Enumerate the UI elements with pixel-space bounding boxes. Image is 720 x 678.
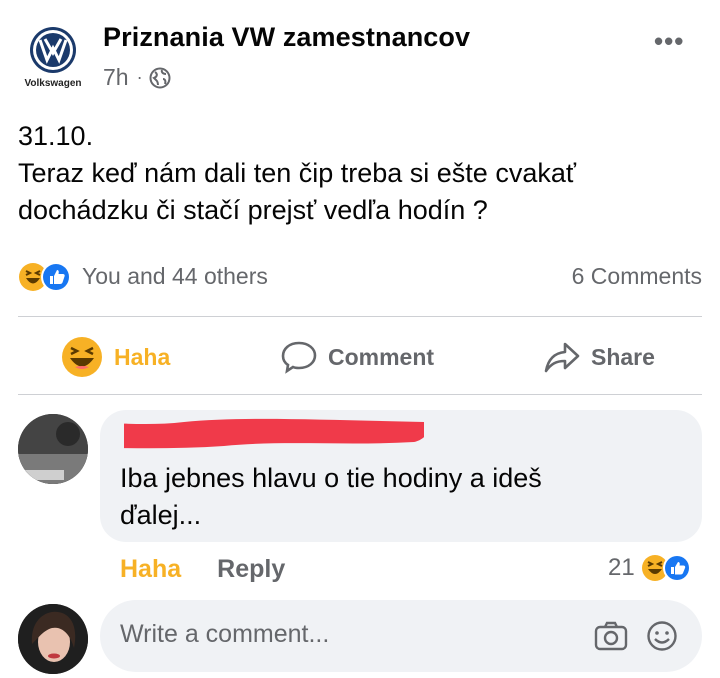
comment-text-line: Iba jebnes hlavu o tie hodiny a ideš [120,463,542,493]
haha-button[interactable]: Haha [60,322,170,392]
comments-count[interactable]: 6 Comments [572,263,702,290]
globe-icon [149,67,171,89]
svg-text:Volkswagen: Volkswagen [24,78,81,89]
comment-label: Comment [328,343,435,370]
comment-haha-button[interactable]: Haha [120,555,181,584]
share-icon [544,342,580,373]
post-meta: 7h · [103,64,171,91]
comment-reaction-icons [641,554,691,582]
my-avatar[interactable] [18,604,88,674]
comment-text-line: ďalej... [120,500,202,530]
post-header: Volkswagen Priznania VW zamestnancov 7h … [0,0,720,110]
post-text-line: Teraz keď nám dali ten čip treba si ešte… [18,158,576,188]
comment-reply-button[interactable]: Reply [217,555,285,584]
haha-icon [62,337,102,377]
comment: Iba jebnes hlavu o tie hodiny a ideš ďal… [0,400,720,600]
comment-input-placeholder: Write a comment... [120,620,330,648]
share-button[interactable]: Share [543,322,655,392]
page-name[interactable]: Priznania VW zamestnancov [103,22,470,53]
post-text-line: dochádzku či stačí prejsť vedľa hodín ? [18,195,488,225]
post-text-line: 31.10. [18,121,94,151]
reaction-icons[interactable] [18,260,78,294]
more-options-icon[interactable]: ••• [654,26,684,57]
comment-actions: Haha Reply [120,553,285,585]
comment-composer: Write a comment... [0,598,720,678]
haha-label: Haha [114,343,171,370]
comment-bubble: Iba jebnes hlavu o tie hodiny a ideš ďal… [54,410,702,542]
comment-text: Iba jebnes hlavu o tie hodiny a ideš ďal… [120,460,680,534]
divider [18,316,702,317]
emoji-icon[interactable] [646,620,678,652]
commenter-avatar[interactable] [18,414,88,484]
comment-button[interactable]: Comment [280,322,434,392]
page-avatar[interactable]: Volkswagen [20,20,86,90]
camera-icon[interactable] [594,620,628,652]
post-actions: Haha Comment Share [18,322,702,392]
redacted-name [54,416,429,450]
reactions-summary-bar: You and 44 others 6 Comments [18,260,702,294]
comment-reactions[interactable]: 21 [608,550,693,586]
post-body: 31.10. Teraz keď nám dali ten čip treba … [18,118,708,229]
comment-input[interactable]: Write a comment... [100,600,702,672]
share-label: Share [591,343,655,370]
comment-icon [281,341,317,374]
post-time[interactable]: 7h [103,64,129,91]
divider [18,394,702,395]
comment-reaction-count: 21 [608,554,635,581]
reactions-count[interactable]: You and 44 others [82,263,268,290]
meta-separator: · [136,67,143,87]
